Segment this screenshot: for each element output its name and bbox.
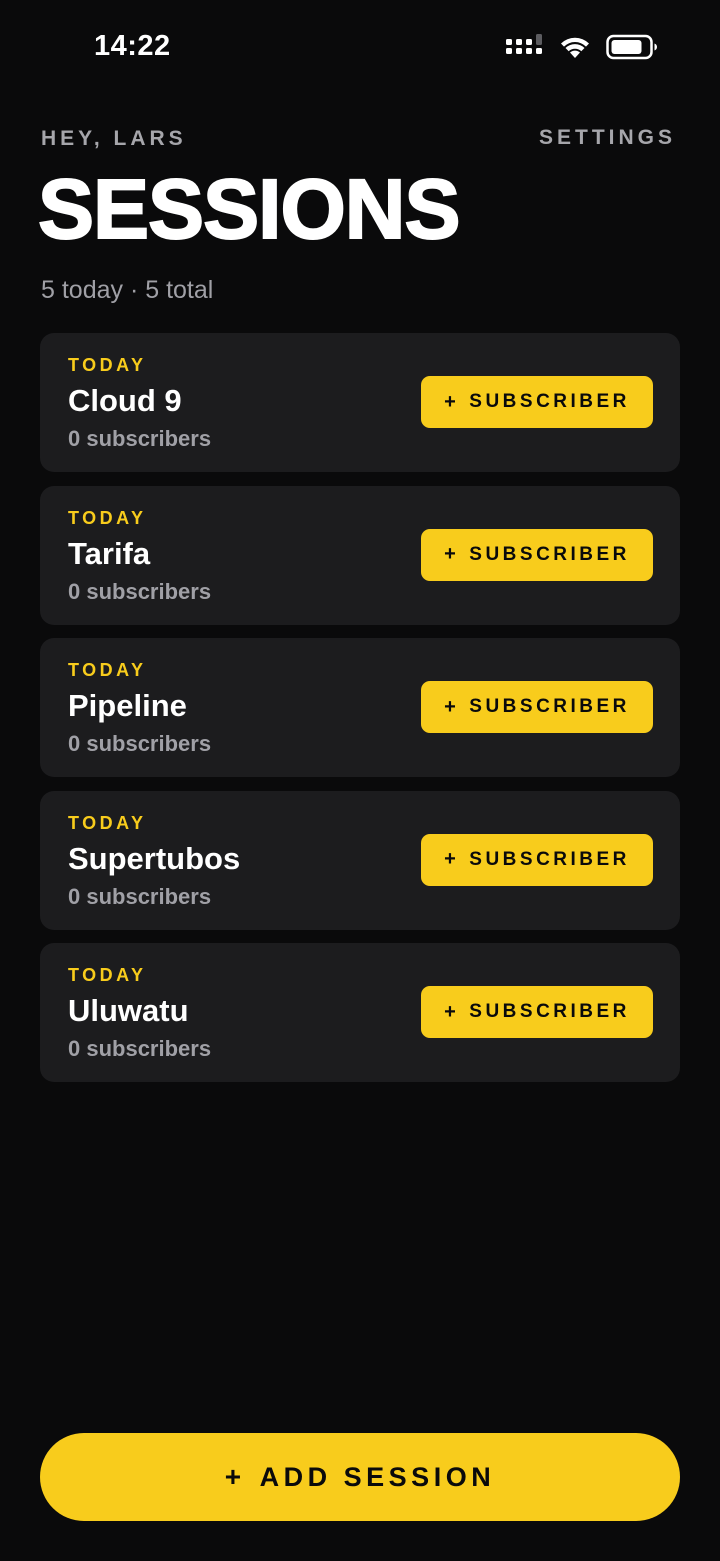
plus-icon: + xyxy=(444,543,460,565)
session-card[interactable]: TODAY Pipeline 0 subscribers + SUBSCRIBER xyxy=(40,638,680,777)
add-subscriber-button[interactable]: + SUBSCRIBER xyxy=(421,833,653,886)
plus-icon: + xyxy=(444,848,460,870)
session-card[interactable]: TODAY Tarifa 0 subscribers + SUBSCRIBER xyxy=(40,485,680,625)
status-bar: 14:22 xyxy=(0,0,720,100)
status-icons xyxy=(506,34,658,60)
subscriber-count: 0 subscribers xyxy=(68,731,212,756)
session-date-tag: TODAY xyxy=(68,965,147,985)
settings-link[interactable]: SETTINGS xyxy=(539,126,676,150)
add-subscriber-label: SUBSCRIBER xyxy=(469,848,630,870)
plus-icon: + xyxy=(224,1461,246,1492)
session-date-tag: TODAY xyxy=(68,355,147,375)
battery-icon xyxy=(606,34,657,60)
session-name: Tarifa xyxy=(68,535,151,571)
add-session-label: ADD SESSION xyxy=(259,1461,496,1492)
add-session-button[interactable]: + ADD SESSION xyxy=(40,1433,680,1521)
session-date-tag: TODAY xyxy=(68,812,147,833)
plus-icon: + xyxy=(444,390,460,413)
session-name: Cloud 9 xyxy=(68,383,182,418)
session-summary: 5 today · 5 total xyxy=(41,276,214,304)
subscriber-count: 0 subscribers xyxy=(68,578,212,604)
add-subscriber-label: SUBSCRIBER xyxy=(469,391,630,412)
subscriber-count: 0 subscribers xyxy=(68,883,212,909)
subscriber-count: 0 subscribers xyxy=(68,1036,212,1061)
session-list: TODAY Cloud 9 0 subscribers + SUBSCRIBER … xyxy=(40,333,680,1096)
add-subscriber-button[interactable]: + SUBSCRIBER xyxy=(421,986,653,1038)
session-card[interactable]: TODAY Cloud 9 0 subscribers + SUBSCRIBER xyxy=(40,333,680,472)
wifi-icon xyxy=(561,37,589,58)
session-name: Pipeline xyxy=(68,688,187,723)
add-subscriber-label: SUBSCRIBER xyxy=(469,1001,630,1022)
session-name: Uluwatu xyxy=(68,993,189,1028)
session-name: Supertubos xyxy=(68,840,241,876)
greeting: HEY, LARS xyxy=(41,127,187,150)
session-card[interactable]: TODAY Supertubos 0 subscribers + SUBSCRIB… xyxy=(40,790,680,930)
session-date-tag: TODAY xyxy=(68,507,147,528)
add-subscriber-button[interactable]: + SUBSCRIBER xyxy=(421,376,653,428)
status-time: 14:22 xyxy=(94,30,171,62)
subscriber-count: 0 subscribers xyxy=(68,426,212,451)
add-subscriber-button[interactable]: + SUBSCRIBER xyxy=(421,528,653,581)
page-title: SESSIONS xyxy=(37,162,461,256)
sessions-screen: 14:22 HEY, LARS SETTINGS SESSIONS 5 toda… xyxy=(0,0,720,1561)
plus-icon: + xyxy=(444,1000,460,1023)
cellular-signal-icon xyxy=(506,34,542,54)
add-subscriber-label: SUBSCRIBER xyxy=(469,696,630,717)
add-subscriber-label: SUBSCRIBER xyxy=(469,543,630,565)
add-subscriber-button[interactable]: + SUBSCRIBER xyxy=(421,681,653,733)
session-date-tag: TODAY xyxy=(68,660,147,680)
plus-icon: + xyxy=(444,695,460,718)
session-card[interactable]: TODAY Uluwatu 0 subscribers + SUBSCRIBER xyxy=(40,943,680,1082)
